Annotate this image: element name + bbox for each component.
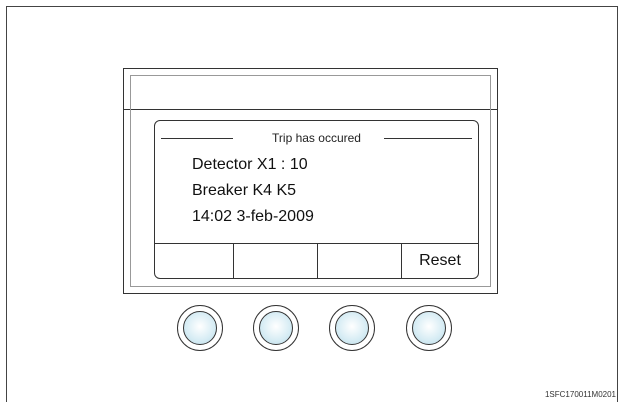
reset-softkey[interactable]: Reset — [402, 244, 478, 278]
button-3-face — [335, 311, 369, 345]
figure-code: 1SFC170011M0201 — [544, 390, 616, 399]
round-button-2[interactable] — [253, 305, 299, 351]
display-title-row: Trip has occured — [161, 131, 472, 145]
softkey-3[interactable] — [318, 244, 402, 278]
button-2-face — [259, 311, 293, 345]
breaker-line: Breaker K4 K5 — [192, 182, 297, 199]
button-1-face — [183, 311, 217, 345]
title-rule-right — [384, 138, 472, 139]
detector-line: Detector X1 : 10 — [192, 156, 308, 173]
button-4-face — [412, 311, 446, 345]
softkey-2[interactable] — [234, 244, 318, 278]
softkey-1[interactable] — [155, 244, 234, 278]
lcd-display: Trip has occured Detector X1 : 10 Breake… — [154, 120, 479, 279]
round-button-4[interactable] — [406, 305, 452, 351]
round-button-3[interactable] — [329, 305, 375, 351]
round-button-1[interactable] — [177, 305, 223, 351]
softkey-row: Reset — [155, 243, 478, 278]
timestamp-line: 14:02 3-feb-2009 — [192, 208, 314, 225]
